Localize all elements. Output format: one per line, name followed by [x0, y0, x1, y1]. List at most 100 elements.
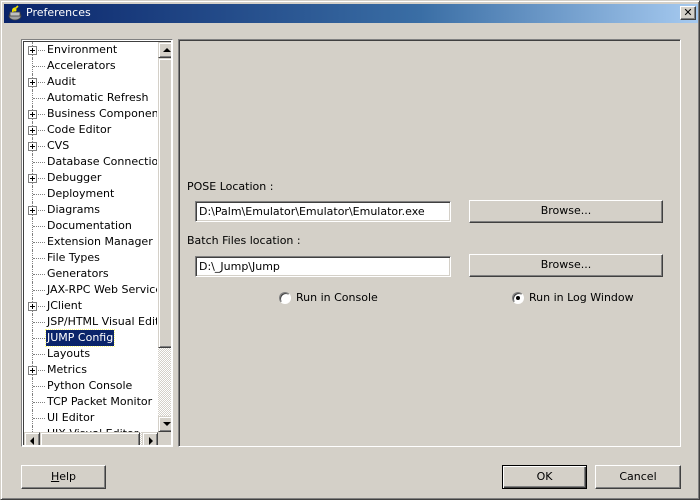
title-bar: Preferences ✕	[4, 4, 698, 23]
tree-item[interactable]: Environment	[24, 42, 157, 58]
tree-item[interactable]: JClient	[24, 298, 157, 314]
expand-plus-icon[interactable]	[28, 142, 37, 151]
scroll-down-button[interactable]	[158, 416, 171, 432]
tree-item[interactable]: Metrics	[24, 362, 157, 378]
tree-item-label: Code Editor	[47, 123, 112, 136]
app-icon	[8, 5, 22, 21]
tree-connector-line	[33, 162, 45, 163]
tree-item[interactable]: Automatic Refresh	[24, 90, 157, 106]
pose-location-input[interactable]: D:\Palm\Emulator\Emulator\Emulator.exe	[195, 201, 451, 222]
tree-connector-line	[33, 402, 45, 403]
tree-item-label: Deployment	[47, 187, 115, 200]
tree-item[interactable]: Generators	[24, 266, 157, 282]
tree-item[interactable]: Database Connections	[24, 154, 157, 170]
tree-item-label: CVS	[47, 139, 70, 152]
tree-item[interactable]: JAX-RPC Web Services	[24, 282, 157, 298]
tree-item[interactable]: CVS	[24, 138, 157, 154]
tree-item[interactable]: Python Console	[24, 378, 157, 394]
run-in-console-radio[interactable]	[279, 292, 291, 304]
run-in-log-window-radio[interactable]	[512, 292, 524, 304]
expand-plus-icon[interactable]	[28, 78, 37, 87]
ok-button[interactable]: OK	[502, 465, 587, 489]
expand-plus-icon[interactable]	[28, 206, 37, 215]
run-in-console-option[interactable]: Run in Console	[279, 291, 399, 306]
run-in-log-window-option[interactable]: Run in Log Window	[512, 291, 652, 306]
scroll-right-button[interactable]	[142, 432, 158, 445]
tree-item-label: UI Editor	[47, 411, 95, 424]
tree-item-label: Python Console	[47, 379, 133, 392]
tree-item-label: Automatic Refresh	[47, 91, 149, 104]
expand-plus-icon[interactable]	[28, 302, 37, 311]
tree-horizontal-scrollbar[interactable]	[24, 432, 158, 445]
expand-plus-icon[interactable]	[28, 126, 37, 135]
expand-plus-icon[interactable]	[28, 174, 37, 183]
arrow-left-icon	[30, 437, 34, 445]
tree-connector-line	[33, 386, 45, 387]
tree-item[interactable]: JSP/HTML Visual Editor	[24, 314, 157, 330]
tree-item[interactable]: Accelerators	[24, 58, 157, 74]
tree-item-label: TCP Packet Monitor	[47, 395, 153, 408]
batch-browse-button[interactable]: Browse...	[469, 254, 663, 277]
tree-connector-line	[33, 242, 45, 243]
tree-connector-line	[33, 98, 45, 99]
tree-item[interactable]: UI Editor	[24, 410, 157, 426]
tree-item[interactable]: JUMP Config	[24, 329, 157, 347]
category-tree: Environment Accelerators Audit Automatic Re…	[21, 39, 173, 447]
tree-item[interactable]: Audit	[24, 74, 157, 90]
tree-connector-line	[33, 418, 45, 419]
expand-plus-icon[interactable]	[28, 110, 37, 119]
tree-item-label: Diagrams	[47, 203, 100, 216]
scroll-up-button[interactable]	[158, 42, 171, 58]
run-in-log-window-label: Run in Log Window	[529, 291, 634, 304]
tree-connector-line	[33, 354, 45, 355]
batch-files-location-input[interactable]: D:\_Jump\Jump	[195, 256, 451, 277]
pose-browse-button[interactable]: Browse...	[469, 200, 663, 223]
scroll-corner	[158, 432, 171, 445]
tree-item-label: Business Components	[47, 107, 157, 120]
tree-connector-line	[33, 338, 45, 339]
tree-item-label: JSP/HTML Visual Editor	[47, 315, 157, 328]
tree-connector-line	[33, 66, 45, 67]
help-mnemonic: H	[50, 470, 60, 483]
tree-item[interactable]: Deployment	[24, 186, 157, 202]
pose-browse-label: Browse...	[540, 204, 592, 217]
tree-item[interactable]: Extension Manager	[24, 234, 157, 250]
tree-item[interactable]: Documentation	[24, 218, 157, 234]
tree-item[interactable]: Layouts	[24, 346, 157, 362]
tree-item-label: JUMP Config	[44, 329, 116, 347]
tree-item[interactable]: Business Components	[24, 106, 157, 122]
expand-plus-icon[interactable]	[28, 366, 37, 375]
close-button[interactable]: ✕	[680, 6, 696, 20]
tree-item-label: JClient	[47, 299, 83, 312]
cancel-button[interactable]: Cancel	[595, 465, 681, 489]
tree-item[interactable]: TCP Packet Monitor	[24, 394, 157, 410]
help-label: elp	[59, 470, 77, 483]
tree-item-label: File Types	[47, 251, 100, 264]
tree-item[interactable]: Code Editor	[24, 122, 157, 138]
scroll-left-button[interactable]	[24, 432, 40, 445]
expand-plus-icon[interactable]	[28, 46, 37, 55]
tree-item-label: Database Connections	[47, 155, 157, 168]
tree-item-label: Debugger	[47, 171, 102, 184]
tree-item[interactable]: File Types	[24, 250, 157, 266]
tree-item-label: Documentation	[47, 219, 132, 232]
horizontal-scroll-thumb[interactable]	[40, 432, 140, 445]
tree-connector-line	[33, 194, 45, 195]
tree-connector-line	[33, 258, 45, 259]
batch-files-location-label: Batch Files location :	[187, 234, 301, 247]
arrow-right-icon	[149, 437, 153, 445]
jump-config-panel: POSE Location : D:\Palm\Emulator\Emulato…	[178, 39, 681, 447]
tree-item-label: Audit	[47, 75, 76, 88]
tree-item-label: Metrics	[47, 363, 87, 376]
tree-item[interactable]: Debugger	[24, 170, 157, 186]
help-button[interactable]: Help	[21, 465, 106, 489]
tree-connector-line	[33, 290, 45, 291]
tree-item-label: JAX-RPC Web Services	[47, 283, 157, 296]
cancel-label: Cancel	[619, 470, 657, 483]
window-title: Preferences	[26, 6, 91, 19]
close-icon: ✕	[683, 6, 693, 19]
tree-item[interactable]: Diagrams	[24, 202, 157, 218]
tree-vertical-scrollbar[interactable]	[158, 42, 171, 432]
vertical-scroll-thumb[interactable]	[158, 58, 171, 348]
run-in-console-label: Run in Console	[296, 291, 378, 304]
